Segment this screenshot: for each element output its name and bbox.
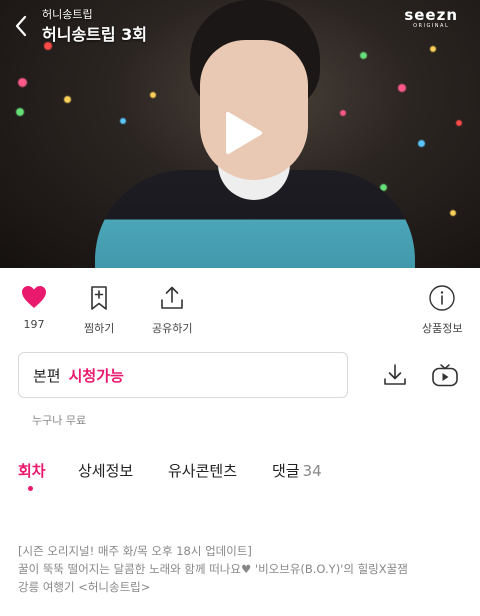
info-icon xyxy=(429,285,455,311)
series-description: [시즌 오리지널! 매주 화/목 오후 18시 업데이트] 꿀이 뚝뚝 떨어지는… xyxy=(18,542,468,596)
content-tabs: 회차 상세정보 유사콘텐츠 댓글 34 xyxy=(0,456,480,496)
bokeh-light xyxy=(64,96,71,103)
tab-details[interactable]: 상세정보 xyxy=(78,460,133,481)
back-button[interactable] xyxy=(8,12,34,40)
description-line: 강릉 여행기 <허니송트립> xyxy=(18,580,151,594)
watch-status: 시청가능 xyxy=(68,366,124,385)
bookmark-label: 찜하기 xyxy=(84,322,115,335)
product-info-button[interactable]: 상품정보 xyxy=(422,284,462,336)
price-note: 누구나 무료 xyxy=(32,414,87,427)
bokeh-light xyxy=(360,52,367,59)
download-button[interactable] xyxy=(380,360,410,390)
like-button[interactable]: 197 xyxy=(20,284,48,331)
share-icon xyxy=(161,286,184,309)
bokeh-light xyxy=(430,46,436,52)
player-top-bar: 허니송트립 허니송트립 3회 seezn ORIGINAL xyxy=(0,0,480,46)
watermark-brand: seezn xyxy=(404,6,458,24)
episode-kind: 본편 xyxy=(33,366,61,385)
episode-title: 허니송트립 3회 xyxy=(42,25,148,44)
watermark: seezn ORIGINAL xyxy=(404,6,458,30)
bokeh-light xyxy=(16,108,24,116)
action-row: 197 찜하기 공유하기 상품정보 xyxy=(0,268,480,338)
bokeh-light xyxy=(18,78,27,87)
share-label: 공유하기 xyxy=(152,322,193,335)
video-player[interactable]: 허니송트립 허니송트립 3회 seezn ORIGINAL xyxy=(0,0,480,268)
active-tab-indicator xyxy=(28,486,33,491)
heart-icon xyxy=(22,286,46,308)
bookmark-add-icon xyxy=(91,286,107,310)
bokeh-light xyxy=(398,84,406,92)
share-button[interactable]: 공유하기 xyxy=(152,284,192,336)
watch-main-episode-box[interactable]: 본편 시청가능 xyxy=(18,352,348,398)
bokeh-light xyxy=(418,140,425,147)
tab-comments-label: 댓글 xyxy=(272,462,300,480)
download-icon xyxy=(384,364,406,385)
series-name: 허니송트립 xyxy=(42,8,93,21)
product-info-label: 상품정보 xyxy=(422,322,463,335)
tab-episodes[interactable]: 회차 xyxy=(18,460,46,481)
like-count: 197 xyxy=(23,318,45,331)
comment-count: 34 xyxy=(302,462,322,480)
play-icon[interactable] xyxy=(222,110,264,156)
tv-play-button[interactable] xyxy=(430,360,460,390)
description-line: [시즌 오리지널! 매주 화/목 오후 18시 업데이트] xyxy=(18,544,252,558)
bookmark-button[interactable]: 찜하기 xyxy=(84,284,114,336)
bokeh-light xyxy=(456,120,462,126)
chevron-left-icon xyxy=(15,15,27,37)
bokeh-light xyxy=(120,118,126,124)
description-line: 꿀이 뚝뚝 떨어지는 달콤한 노래와 함께 떠나요♥ '비오브유(B.O.Y)'… xyxy=(18,562,408,576)
bokeh-light xyxy=(450,210,456,216)
bokeh-light xyxy=(340,110,346,116)
bokeh-light xyxy=(150,92,156,98)
tab-comments[interactable]: 댓글 34 xyxy=(272,460,322,481)
tab-similar-content[interactable]: 유사콘텐츠 xyxy=(168,460,237,481)
tv-play-icon xyxy=(432,364,458,387)
